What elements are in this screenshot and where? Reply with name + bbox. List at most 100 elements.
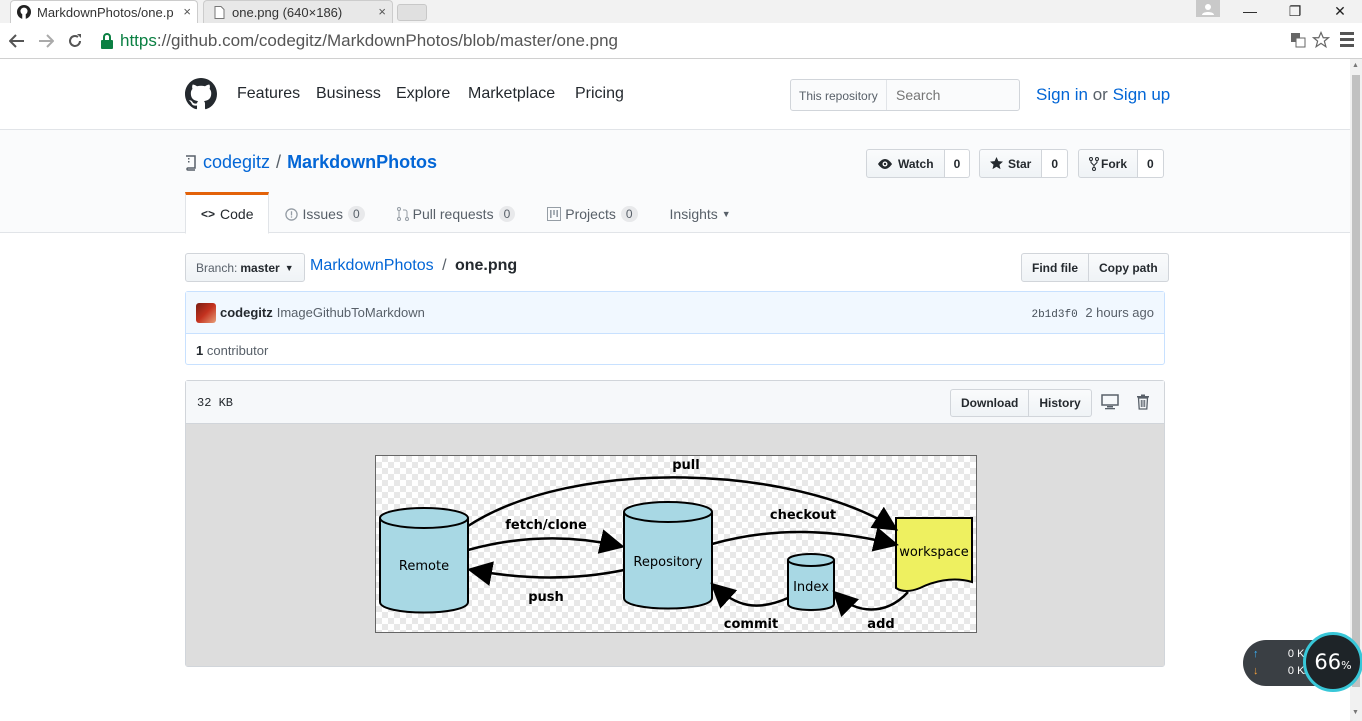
profile-icon[interactable] (1196, 0, 1220, 17)
new-tab-button[interactable] (397, 4, 427, 21)
tab-issues[interactable]: Issues 0 (269, 192, 380, 234)
fork-count[interactable]: 0 (1138, 149, 1164, 178)
breadcrumb-file-name: one.png (454, 257, 518, 274)
memory-usage-gauge[interactable]: 66% (1303, 632, 1362, 692)
branch-select-button[interactable]: Branch: master ▼ (185, 253, 305, 282)
download-arrow-icon: ↓ (1253, 665, 1259, 677)
upload-speed-value: 0 (1287, 648, 1295, 660)
nav-explore[interactable]: Explore (396, 85, 450, 103)
breadcrumb-repo-link[interactable]: MarkdownPhotos (310, 257, 434, 274)
project-icon (547, 207, 562, 221)
avatar[interactable] (196, 302, 216, 323)
breadcrumb-separator: / (442, 257, 447, 274)
fork-group: Fork 0 (1078, 149, 1164, 178)
repo-title-separator: / (276, 152, 282, 172)
nav-pricing[interactable]: Pricing (575, 85, 624, 103)
site-header: Features Business Explore Marketplace Pr… (0, 59, 1350, 130)
edge-label-pull: pull (672, 458, 699, 473)
star-icon (990, 157, 1003, 170)
github-favicon-icon (17, 5, 31, 19)
watch-group: Watch 0 (866, 149, 971, 178)
chevron-down-icon: ▼ (721, 209, 731, 219)
close-window-button[interactable]: ✕ (1318, 0, 1362, 22)
tab-close-icon[interactable]: × (378, 4, 386, 19)
tab-issues-label: Issues (302, 206, 343, 222)
auth-links: Sign in or Sign up (1036, 85, 1170, 105)
tab-pull-requests[interactable]: Pull requests 0 (381, 192, 532, 234)
forward-button[interactable] (35, 30, 57, 52)
commit-time: 2 hours ago (1085, 305, 1154, 320)
tab-projects[interactable]: Projects 0 (531, 192, 653, 234)
commit-meta: 2b1d3f0 2 hours ago (1031, 305, 1154, 321)
caret-down-icon: ▼ (284, 262, 294, 273)
browser-tab-inactive[interactable]: one.png (640×186) × (203, 0, 393, 23)
page-scrollbar[interactable]: ▲ ▼ (1350, 59, 1362, 721)
address-bar[interactable]: https://github.com/codegitz/MarkdownPhot… (96, 29, 1334, 53)
search-input[interactable] (887, 80, 1017, 110)
repository-label: Repository (633, 555, 702, 570)
projects-count-badge: 0 (620, 206, 638, 222)
watch-label: Watch (898, 156, 934, 171)
scroll-up-icon[interactable]: ▲ (1352, 62, 1359, 69)
workspace-label: workspace (899, 545, 969, 560)
browser-toolbar: https://github.com/codegitz/MarkdownPhot… (0, 23, 1362, 59)
commit-author-link[interactable]: codegitz (220, 305, 273, 320)
github-logo-icon[interactable] (185, 78, 217, 110)
find-file-button[interactable]: Find file (1021, 253, 1089, 282)
translate-icon[interactable] (1290, 32, 1306, 53)
branch-name: master (240, 260, 280, 275)
repo-name-link[interactable]: MarkdownPhotos (287, 152, 437, 173)
nav-marketplace[interactable]: Marketplace (468, 85, 555, 103)
tab-code[interactable]: <> Code (185, 192, 270, 234)
search-scope: This repository (791, 80, 887, 110)
fork-button[interactable]: Fork (1078, 149, 1139, 178)
watch-count[interactable]: 0 (944, 149, 971, 178)
tab-close-icon[interactable]: × (183, 4, 191, 19)
browser-menu-icon[interactable] (1340, 32, 1354, 50)
contributors-line[interactable]: 1 contributor (186, 334, 1164, 367)
edge-label-push: push (528, 590, 564, 605)
watch-button[interactable]: Watch (866, 149, 945, 178)
issues-count-badge: 0 (347, 206, 365, 222)
repo-owner-link[interactable]: codegitz (203, 152, 270, 173)
file-header: 32 KB Download History (186, 381, 1164, 424)
eye-icon (878, 158, 892, 169)
index-label: Index (793, 580, 829, 595)
browser-tabbar: MarkdownPhotos/one.p × one.png (640×186)… (0, 0, 1362, 23)
issue-icon (285, 207, 299, 221)
desktop-icon[interactable] (1101, 394, 1119, 410)
copy-path-button[interactable]: Copy path (1089, 253, 1169, 282)
browser-tab-title: one.png (640×186) (232, 4, 343, 20)
scroll-down-icon[interactable]: ▼ (1352, 709, 1359, 716)
minimize-button[interactable]: — (1228, 0, 1272, 22)
browser-tab-active[interactable]: MarkdownPhotos/one.p × (10, 0, 198, 23)
trash-icon[interactable] (1134, 394, 1152, 410)
tab-insights[interactable]: Insights ▼ (654, 192, 747, 234)
reload-button[interactable] (64, 30, 86, 52)
star-button[interactable]: Star (979, 149, 1043, 178)
nav-features[interactable]: Features (237, 85, 300, 103)
repo-header: codegitz / MarkdownPhotos Watch 0 Star 0… (0, 130, 1350, 234)
restore-button[interactable]: ❐ (1273, 0, 1317, 22)
url-scheme: https (120, 31, 157, 50)
tab-projects-label: Projects (565, 206, 616, 222)
sign-in-link[interactable]: Sign in (1036, 85, 1088, 104)
edge-label-commit: commit (724, 617, 778, 632)
star-count[interactable]: 0 (1042, 149, 1069, 178)
download-button[interactable]: Download (950, 389, 1030, 417)
gauge-percent: 66 (1314, 650, 1342, 674)
page-favicon-icon (212, 5, 226, 19)
history-button[interactable]: History (1029, 389, 1092, 417)
pull-requests-count-badge: 0 (498, 206, 516, 222)
scroll-thumb[interactable] (1352, 75, 1360, 687)
nav-business[interactable]: Business (316, 85, 381, 103)
browser-tab-title: MarkdownPhotos/one.p (37, 4, 174, 20)
commit-sha-link[interactable]: 2b1d3f0 (1031, 309, 1077, 321)
commit-message-link[interactable]: ImageGithubToMarkdown (277, 305, 425, 320)
edge-label-fetch-clone: fetch/clone (505, 518, 587, 533)
fork-label: Fork (1101, 156, 1128, 171)
repo-nav: <> Code Issues 0 Pull requests 0 Project… (185, 192, 747, 234)
bookmark-star-icon[interactable] (1311, 30, 1331, 54)
back-button[interactable] (6, 30, 28, 52)
sign-up-link[interactable]: Sign up (1113, 85, 1171, 104)
